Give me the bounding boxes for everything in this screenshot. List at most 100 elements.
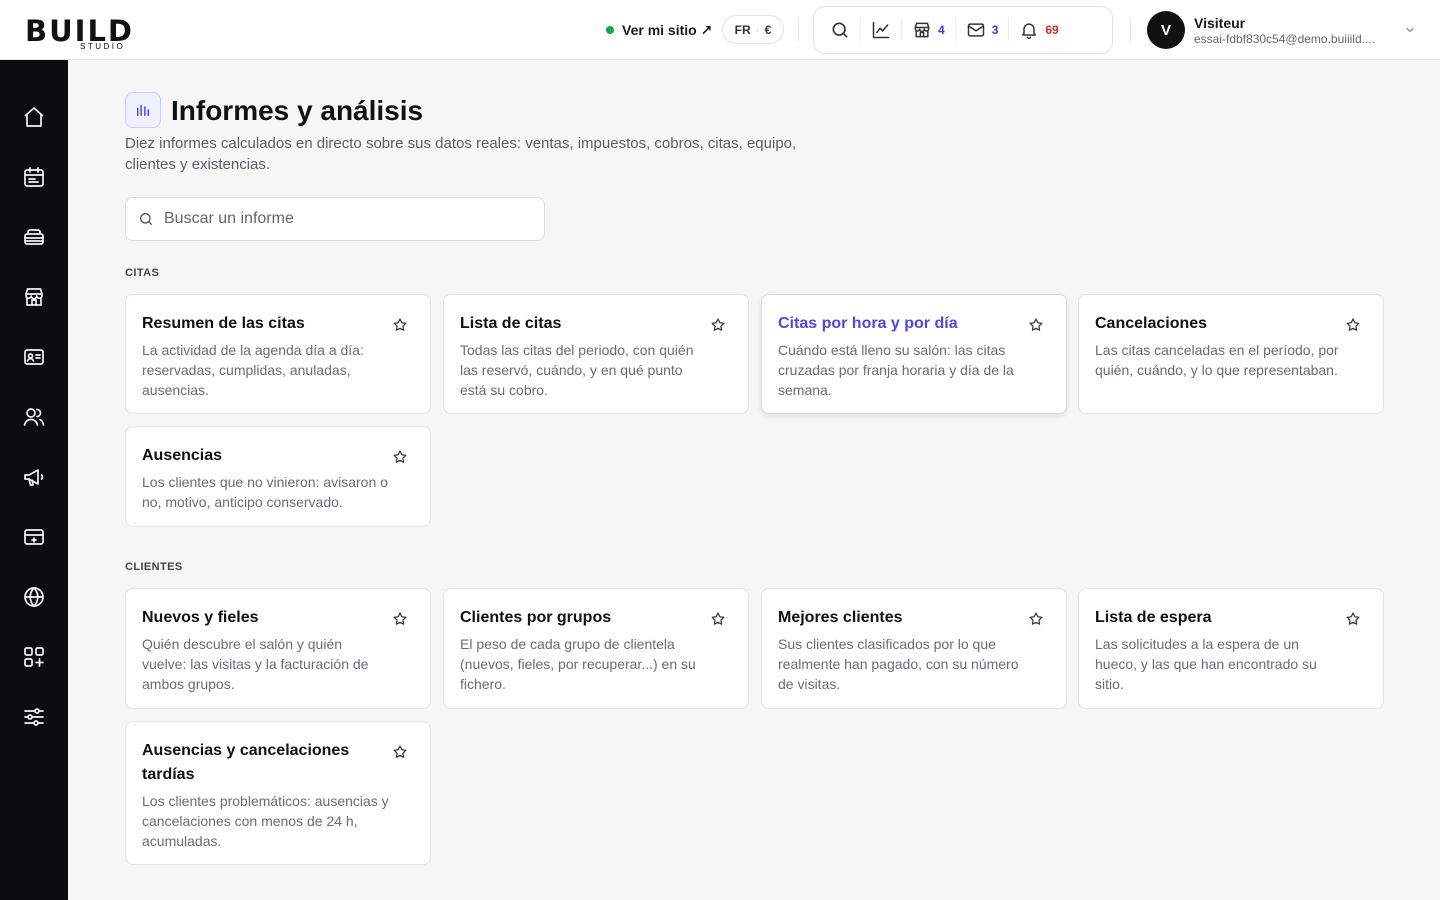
report-card-description: Cuándo está lleno su salón: las citas cr… [778, 342, 1014, 398]
stats-button[interactable] [863, 14, 899, 46]
report-card[interactable]: Lista de espera Las solicitudes a la esp… [1078, 588, 1384, 709]
report-card[interactable]: Ausencias Los clientes que no vinieron: … [125, 426, 431, 527]
header-toolbar: 4 3 69 [813, 6, 1113, 54]
page-title: Informes y análisis [171, 95, 424, 126]
report-card[interactable]: Cancelaciones Las citas canceladas en el… [1078, 294, 1384, 414]
search-icon [140, 213, 152, 225]
star-icon[interactable] [710, 611, 726, 627]
star-icon[interactable] [392, 611, 408, 627]
sidebar-item-team[interactable] [19, 402, 49, 432]
sidebar-item-website[interactable] [19, 582, 49, 612]
report-card[interactable]: Citas por hora y por día Cuándo está lle… [761, 294, 1067, 414]
report-card-title: Lista de citas [460, 315, 562, 332]
sidebar-item-marketing[interactable] [19, 462, 49, 492]
report-card-title: Mejores clientes [778, 609, 903, 626]
header-divider [798, 18, 799, 42]
sidebar-item-apps[interactable] [19, 642, 49, 672]
report-card-description: El peso de cada grupo de clientela (nuev… [460, 636, 696, 692]
users-icon [23, 408, 45, 426]
report-card-title: Clientes por grupos [460, 609, 612, 626]
logo-subtitle: STUDIO [80, 42, 126, 51]
store-icon [25, 288, 43, 306]
globe-icon [24, 586, 44, 608]
apps-add-icon [24, 647, 44, 667]
messages-button[interactable]: 3 [958, 14, 1007, 46]
report-card-description: Los clientes problemáticos: ausencias y … [142, 793, 389, 849]
avatar: V [1147, 11, 1185, 49]
user-name: Visiteur [1194, 14, 1246, 31]
report-card-title: Citas por hora y por día [778, 315, 958, 332]
shop-count-badge: 4 [938, 23, 945, 37]
notifications-count-badge: 69 [1045, 23, 1059, 37]
sidebar-item-home[interactable] [19, 102, 49, 132]
shop-button[interactable]: 4 [904, 14, 953, 46]
mail-icon [967, 23, 984, 37]
notifications-button[interactable]: 69 [1011, 14, 1066, 46]
report-card[interactable]: Resumen de las citas La actividad de la … [125, 294, 431, 414]
search-input[interactable] [164, 210, 524, 228]
report-card-title: Lista de espera [1095, 609, 1212, 626]
star-icon[interactable] [392, 744, 408, 760]
view-site-label: Ver mi sitio ↗ [622, 21, 713, 38]
report-card-title: Ausencias y cancelaciones tardías [142, 742, 350, 783]
star-icon[interactable] [710, 317, 726, 333]
report-card-title: Nuevos y fieles [142, 609, 259, 626]
star-icon[interactable] [392, 317, 408, 333]
language-currency-selector[interactable]: FR · € [722, 15, 784, 44]
sidebar-item-calendar[interactable] [19, 162, 49, 192]
sidebar-item-services[interactable] [19, 222, 49, 252]
report-card-title: Ausencias [142, 447, 223, 464]
calendar-icon [24, 167, 44, 187]
user-info: Visiteur essai-fdbf830c54@demo.buiiild..… [1194, 14, 1394, 47]
chart-line-icon [872, 21, 890, 39]
report-search [125, 197, 545, 241]
report-card[interactable]: Lista de citas Todas las citas del perio… [443, 294, 749, 414]
report-card-description: Todas las citas del periodo, con quién l… [460, 342, 694, 398]
report-card-description: Las solicitudes a la espera de un hueco,… [1095, 636, 1317, 692]
bell-icon [1022, 23, 1037, 40]
home-icon [24, 107, 44, 127]
chevron-down-icon [1406, 28, 1414, 33]
report-card[interactable]: Mejores clientes Sus clientes clasificad… [761, 588, 1067, 709]
online-status-dot [606, 26, 614, 34]
report-card[interactable]: Nuevos y fieles Quién descubre el salón … [125, 588, 431, 709]
sidebar-item-settings[interactable] [19, 702, 49, 732]
id-card-icon [24, 349, 44, 365]
toolbar-divider [901, 19, 902, 41]
report-card-description: La actividad de la agenda día a día: res… [142, 342, 364, 398]
report-card-description: Los clientes que no vinieron: avisaron o… [142, 474, 388, 510]
star-icon[interactable] [1028, 317, 1044, 333]
sidebar-item-shop[interactable] [19, 282, 49, 312]
sidebar-item-payments[interactable] [19, 522, 49, 552]
report-card-description: Sus clientes clasificados por lo que rea… [778, 636, 1019, 692]
user-menu[interactable]: V Visiteur essai-fdbf830c54@demo.buiiild… [1147, 11, 1417, 49]
star-icon[interactable] [1345, 317, 1361, 333]
store-icon [914, 22, 930, 38]
section-label-clientes: CLIENTES [125, 561, 183, 573]
credit-card-icon [24, 529, 44, 545]
search-icon [832, 22, 848, 38]
top-bar: BUILD STUDIO Ver mi sitio ↗ FR · € 4 3 6… [0, 0, 1440, 60]
user-email: essai-fdbf830c54@demo.buiiild.... [1194, 31, 1375, 46]
star-icon[interactable] [1028, 611, 1044, 627]
pill-separator: · [755, 22, 760, 37]
report-card[interactable]: Clientes por grupos El peso de cada grup… [443, 588, 749, 709]
toolbar-divider [1008, 19, 1010, 41]
megaphone-icon [24, 469, 44, 486]
stack-icon [24, 229, 44, 245]
sidebar [0, 60, 68, 900]
report-card[interactable]: Ausencias y cancelaciones tardías Los cl… [125, 721, 431, 865]
main-content: Informes y análisis Diez informes calcul… [68, 60, 1440, 900]
brand-logo[interactable]: BUILD STUDIO [25, 8, 185, 52]
report-card-description: Las citas canceladas en el período, por … [1095, 342, 1339, 378]
star-icon[interactable] [1345, 611, 1361, 627]
language-code: FR [734, 22, 751, 37]
star-icon[interactable] [392, 449, 408, 465]
messages-count-badge: 3 [991, 23, 999, 37]
toolbar-divider [860, 19, 861, 41]
page-description: Diez informes calculados en directo sobr… [125, 135, 797, 173]
sidebar-item-contacts[interactable] [19, 342, 49, 372]
search-button[interactable] [822, 14, 858, 46]
view-site-link[interactable]: Ver mi sitio ↗ [606, 20, 712, 40]
header-divider [1130, 18, 1131, 42]
